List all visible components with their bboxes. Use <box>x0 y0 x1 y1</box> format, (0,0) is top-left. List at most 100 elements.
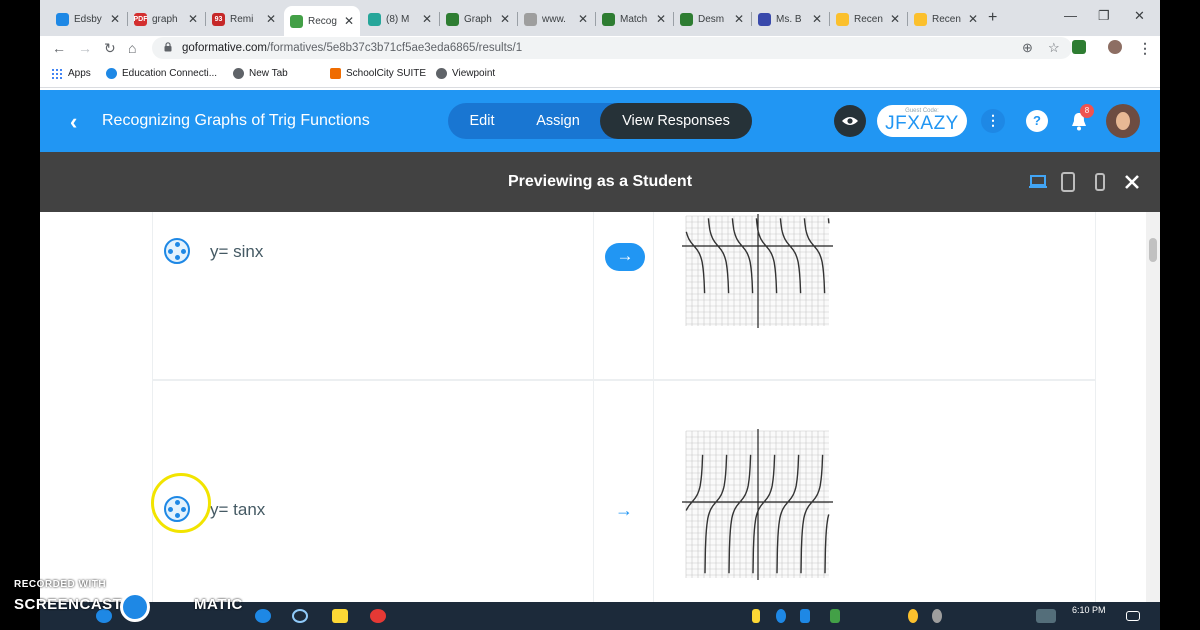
tab-view-responses[interactable]: View Responses <box>600 103 752 139</box>
bookmark-viewpoint[interactable]: Viewpoint <box>436 68 495 79</box>
notification-center-icon[interactable] <box>1126 611 1140 621</box>
user-avatar[interactable] <box>1106 104 1140 138</box>
browser-tab[interactable]: (8) M ✕ <box>362 8 438 30</box>
watermark-screencast: SCREENCAST <box>14 596 123 613</box>
tab-close-icon[interactable]: ✕ <box>656 12 666 26</box>
globe-icon <box>436 68 447 79</box>
tab-label: Ms. B <box>776 13 802 25</box>
bookmark-newtab[interactable]: New Tab <box>233 68 288 79</box>
tab-label: Edsby <box>74 13 102 25</box>
browser-tab[interactable]: Graph ✕ <box>440 8 516 30</box>
preview-eye-button[interactable] <box>834 105 866 137</box>
star-icon[interactable]: ☆ <box>1048 40 1060 56</box>
notification-badge: 8 <box>1080 104 1094 118</box>
tab-close-icon[interactable]: ✕ <box>968 12 978 26</box>
tab-close-icon[interactable]: ✕ <box>734 12 744 26</box>
browser-tab[interactable]: PDF graph ✕ <box>128 8 204 30</box>
tab-favicon-icon <box>368 12 381 26</box>
back-arrow-icon[interactable]: ← <box>52 40 66 56</box>
column-divider <box>653 212 654 381</box>
browser-tab[interactable]: Edsby ✕ <box>50 8 126 30</box>
tray-icon[interactable] <box>776 609 786 623</box>
match-arrow-icon[interactable]: → <box>615 500 633 521</box>
tablet-icon[interactable] <box>1058 172 1078 192</box>
close-window-button[interactable]: ✕ <box>1134 8 1145 24</box>
tab-label: Recen <box>932 13 961 25</box>
restore-button[interactable]: ❐ <box>1098 8 1110 24</box>
help-icon[interactable]: ? <box>1026 110 1048 132</box>
tab-label: www. <box>542 13 566 25</box>
browser-tab[interactable]: 93 Remi ✕ <box>206 8 282 30</box>
match-arrow-button[interactable]: → <box>605 243 645 271</box>
taskbar-clock[interactable]: 6:10 PM <box>1072 605 1106 615</box>
profile-avatar-icon[interactable] <box>1108 40 1122 54</box>
tab-edit[interactable]: Edit <box>448 103 516 139</box>
close-icon[interactable] <box>1122 172 1142 192</box>
browser-tab[interactable]: Desm ✕ <box>674 8 750 30</box>
browser-tab[interactable]: Recen ✕ <box>908 8 984 30</box>
minimize-button[interactable]: — <box>1064 8 1077 23</box>
watermark-recorded: RECORDED WITH <box>14 579 107 590</box>
question-card <box>152 212 1096 381</box>
tray-icon[interactable] <box>908 609 918 623</box>
laptop-icon[interactable] <box>1028 172 1048 192</box>
preview-bar: Previewing as a Student <box>40 152 1160 212</box>
browser-tab[interactable]: Recen ✕ <box>830 8 906 30</box>
cotangent-graph-image[interactable] <box>672 427 837 582</box>
browser-tab[interactable]: Ms. B ✕ <box>752 8 828 30</box>
reload-icon[interactable]: ↻ <box>104 40 116 57</box>
taskbar-app-icon[interactable] <box>332 609 348 623</box>
watermark-matic: MATIC <box>194 596 243 613</box>
tray-icon[interactable] <box>800 609 810 623</box>
scrollbar-thumb[interactable] <box>1149 238 1157 262</box>
tab-close-icon[interactable]: ✕ <box>578 12 588 26</box>
tab-favicon-icon <box>56 12 69 26</box>
taskbar-chrome-icon[interactable] <box>370 609 386 623</box>
bookmark-education[interactable]: Education Connecti... <box>106 68 217 79</box>
more-options-icon[interactable]: ⋮ <box>981 109 1005 133</box>
lock-icon <box>164 42 172 52</box>
tray-icon[interactable] <box>932 609 942 623</box>
taskbar-app-icon[interactable] <box>255 609 271 623</box>
preview-title: Previewing as a Student <box>507 173 693 190</box>
tray-icon[interactable] <box>830 609 840 623</box>
drag-handle-icon[interactable] <box>164 238 190 264</box>
extension-icon[interactable] <box>1072 40 1086 54</box>
app-header: ‹ Recognizing Graphs of Trig Functions E… <box>40 90 1160 152</box>
tab-close-icon[interactable]: ✕ <box>188 12 198 26</box>
taskbar-app-icon[interactable] <box>292 609 308 623</box>
chrome-menu-icon[interactable]: ⋮ <box>1138 40 1152 57</box>
keyboard-icon[interactable] <box>1036 609 1056 623</box>
tab-close-icon[interactable]: ✕ <box>422 12 432 26</box>
tab-close-icon[interactable]: ✕ <box>890 12 900 26</box>
column-divider <box>593 381 594 602</box>
tab-close-icon[interactable]: ✕ <box>812 12 822 26</box>
tangent-graph-image[interactable] <box>672 212 837 330</box>
tray-icon[interactable] <box>752 609 760 623</box>
page-title: Recognizing Graphs of Trig Functions <box>102 112 370 129</box>
forward-arrow-icon[interactable]: → <box>78 40 92 56</box>
tab-close-icon[interactable]: ✕ <box>500 12 510 26</box>
bookmark-apps[interactable]: Apps <box>52 68 91 79</box>
home-icon[interactable]: ⌂ <box>128 40 136 56</box>
phone-icon[interactable] <box>1090 172 1110 192</box>
omnibox[interactable]: goformative.com/formatives/5e8b37c3b71cf… <box>152 37 1072 59</box>
question-card <box>152 380 1096 602</box>
tab-close-icon[interactable]: ✕ <box>110 12 120 26</box>
cursor-highlight <box>151 473 211 533</box>
tab-close-icon[interactable]: ✕ <box>344 14 354 28</box>
tab-assign[interactable]: Assign <box>520 103 596 139</box>
bookmark-schoolcity[interactable]: SchoolCity SUITE <box>330 68 426 79</box>
browser-tab[interactable]: Recog ✕ <box>284 6 360 36</box>
tab-favicon-icon <box>680 12 693 26</box>
tab-close-icon[interactable]: ✕ <box>266 12 276 26</box>
browser-tab[interactable]: Match ✕ <box>596 8 672 30</box>
mode-tabs: Edit Assign View Responses <box>448 103 752 139</box>
zoom-icon[interactable]: ⊕ <box>1022 40 1033 56</box>
scrollbar[interactable] <box>1146 212 1160 602</box>
guest-code-pill[interactable]: Guest Code: JFXAZY <box>877 105 967 137</box>
back-chevron-icon[interactable]: ‹ <box>70 109 77 135</box>
new-tab-button[interactable]: + <box>988 9 997 27</box>
browser-tab[interactable]: www. ✕ <box>518 8 594 30</box>
globe-icon <box>233 68 244 79</box>
